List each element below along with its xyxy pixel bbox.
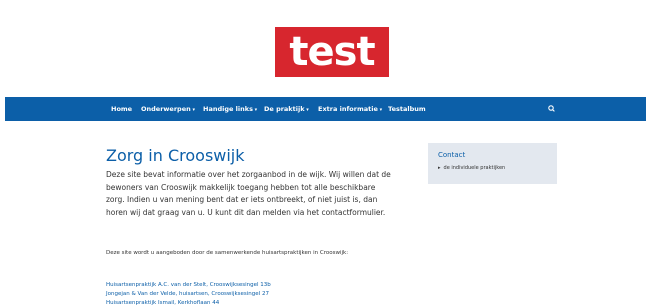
intro-paragraph: Deze site bevat informatie over het zorg… [106, 170, 391, 217]
main-navbar: Home Onderwerpen Handige links De prakti… [5, 97, 646, 121]
contact-link-praktijken[interactable]: de individuele praktijken [438, 165, 506, 171]
nav-handige-links[interactable]: Handige links [203, 97, 257, 121]
contact-widget: Contact de individuele praktijken [428, 143, 557, 184]
nav-testalbum[interactable]: Testalbum [388, 97, 426, 121]
nav-de-praktijk[interactable]: De praktijk [264, 97, 309, 121]
nav-home[interactable]: Home [111, 97, 132, 121]
search-icon[interactable] [545, 97, 559, 121]
nav-onderwerpen[interactable]: Onderwerpen [141, 97, 195, 121]
practice-link-ismail[interactable]: Huisartsenpraktijk Ismail, Kerkhoflaan 4… [106, 299, 376, 308]
contact-title: Contact [438, 151, 466, 159]
practice-link-van-der-stelt[interactable]: Huisartsenpraktijk A.C. van der Stelt, C… [106, 281, 376, 290]
site-logo[interactable]: test [275, 27, 389, 77]
nav-extra-informatie[interactable]: Extra informatie [318, 97, 382, 121]
provider-note: Deze site wordt u aangeboden door de sam… [106, 250, 349, 256]
logo-text: test [289, 29, 375, 75]
page-title: Zorg in Crooswijk [106, 146, 245, 165]
practice-link-jongejan[interactable]: Jongejan & Van der Velde, huisartsen, Cr… [106, 290, 376, 299]
